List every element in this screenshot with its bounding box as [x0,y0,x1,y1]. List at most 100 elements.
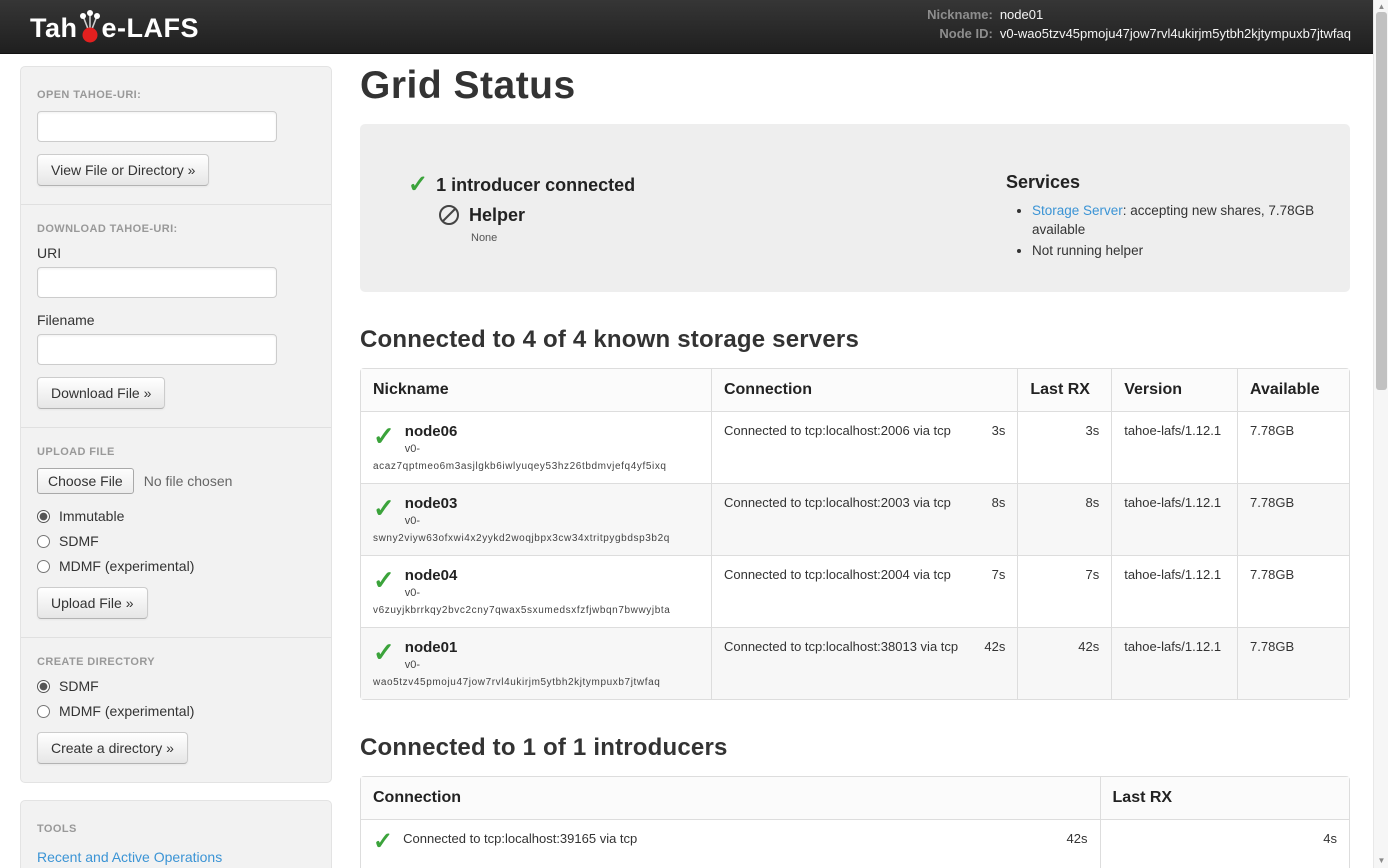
radio-label: Immutable [59,508,124,524]
server-connection: Connected to tcp:localhost:2004 via tcp [724,567,951,582]
upload-format-option-immutable[interactable]: Immutable [37,508,315,524]
page-title: Grid Status [360,64,1350,108]
connected-check-icon: ✓ [373,831,393,853]
connection-age: 8s [992,495,1006,510]
server-version: tahoe-lafs/1.12.1 [1111,483,1237,555]
service-item: Storage Server: accepting new shares, 7.… [1032,201,1322,239]
connection-age: 3s [992,423,1006,438]
download-uri-section: DOWNLOAD TAHOE-URI: URI Filename Downloa… [37,223,315,409]
server-id-hash: wao5tzv45pmoju47jow7rvl4ukirjm5ytbh2kjty… [373,677,699,688]
helper-title: Helper [469,205,525,226]
logo-text-pre: Tah [30,13,78,44]
col-version: Version [1111,369,1237,411]
services-section: Services Storage Server: accepting new s… [1006,148,1326,262]
section-divider [21,204,331,205]
tahoe-lafs-logo: Tah e-LAFS [30,10,199,44]
helper-value: None [471,232,635,244]
upload-format-option-mdmf[interactable]: MDMF (experimental) [37,558,315,574]
mkdir-format-option-mdmf[interactable]: MDMF (experimental) [37,703,315,719]
no-helper-icon [438,204,460,226]
col-connection: Connection [361,777,1100,819]
sidebar-forms-panel: OPEN TAHOE-URI: View File or Directory »… [20,66,332,783]
server-available: 7.78GB [1237,555,1349,627]
upload-file-button[interactable]: Upload File » [37,587,148,619]
server-version: tahoe-lafs/1.12.1 [1111,627,1237,699]
open-uri-input[interactable] [37,111,277,142]
introducer-last-rx: 4s [1100,819,1349,868]
tools-panel: TOOLS Recent and Active Operations [20,800,332,868]
open-uri-label: OPEN TAHOE-URI: [37,89,315,101]
download-filename-input[interactable] [37,334,277,365]
server-id-prefix: v0- [405,443,458,455]
col-available: Available [1237,369,1349,411]
server-row: ✓ node04 v0- v6zuyjkbrrkqy2bvc2cny7qwax5… [361,555,1349,627]
server-version: tahoe-lafs/1.12.1 [1111,555,1237,627]
col-last-rx: Last RX [1100,777,1349,819]
server-nickname: node03 [405,495,458,512]
node-identity: Nickname: node01 Node ID: v0-wao5tzv45pm… [927,7,1351,42]
section-divider [21,427,331,428]
vertical-scrollbar[interactable]: ▲ ▼ [1373,0,1388,868]
mdmf-radio[interactable] [37,560,50,573]
scrollbar-thumb[interactable] [1376,12,1387,390]
introducer-status-text: 1 introducer connected [436,175,635,196]
servers-heading: Connected to 4 of 4 known storage server… [360,326,1350,354]
col-nickname: Nickname [361,369,711,411]
connection-age: 7s [992,567,1006,582]
check-icon: ✓ [408,174,428,196]
scroll-down-icon[interactable]: ▼ [1374,854,1388,868]
upload-format-option-sdmf[interactable]: SDMF [37,533,315,549]
introducer-connection: Connected to tcp:localhost:39165 via tcp [403,831,637,846]
server-id-prefix: v0- [405,587,458,599]
tahoe-molecule-icon [79,10,101,44]
server-version: tahoe-lafs/1.12.1 [1111,411,1237,483]
mkdir-format-option-sdmf[interactable]: SDMF [37,678,315,694]
logo-text-post: e-LAFS [102,13,200,44]
nickname-value: node01 [1000,7,1351,23]
services-title: Services [1006,172,1322,193]
download-uri-input[interactable] [37,267,277,298]
server-available: 7.78GB [1237,483,1349,555]
connection-age: 42s [984,639,1005,654]
connected-check-icon: ✓ [373,495,395,527]
server-id-hash: swny2viyw63ofxwi4x2yykd2woqjbpx3cw34xtri… [373,533,699,544]
open-uri-section: OPEN TAHOE-URI: View File or Directory » [37,89,315,186]
mkdir-mdmf-radio[interactable] [37,705,50,718]
storage-servers-table: Nickname Connection Last RX Version Avai… [360,368,1350,700]
introducers-table: Connection Last RX ✓ Connected to tcp:lo… [360,776,1350,868]
connection-status: ✓ 1 introducer connected Helper None [384,148,635,262]
server-nickname: node06 [405,423,458,440]
col-connection: Connection [711,369,1017,411]
immutable-radio[interactable] [37,510,50,523]
radio-label: SDMF [59,533,99,549]
download-file-button[interactable]: Download File » [37,377,165,409]
status-well: ✓ 1 introducer connected Helper None Ser… [360,124,1350,292]
server-last-rx: 3s [1017,411,1111,483]
service-item: Not running helper [1032,241,1322,260]
upload-file-label: UPLOAD FILE [37,446,315,458]
filename-field-label: Filename [37,312,315,328]
recent-operations-link[interactable]: Recent and Active Operations [37,849,222,865]
choose-file-button[interactable]: Choose File [37,468,134,494]
connected-check-icon: ✓ [373,423,395,455]
server-id-prefix: v0- [405,515,458,527]
top-bar: Tah e-LAFS Nickname: node01 Node ID: v0-… [0,0,1373,54]
service-item-text: Not running helper [1032,243,1143,258]
download-uri-label: DOWNLOAD TAHOE-URI: [37,223,315,235]
server-last-rx: 8s [1017,483,1111,555]
mkdir-sdmf-radio[interactable] [37,680,50,693]
create-directory-button[interactable]: Create a directory » [37,732,188,764]
view-file-button[interactable]: View File or Directory » [37,154,209,186]
server-connection: Connected to tcp:localhost:2003 via tcp [724,495,951,510]
table-header-row: Connection Last RX [361,777,1349,819]
node-id-value: v0-wao5tzv45pmoju47jow7rvl4ukirjm5ytbh2k… [1000,26,1351,42]
connected-check-icon: ✓ [373,567,395,599]
radio-label: MDMF (experimental) [59,558,194,574]
storage-server-link[interactable]: Storage Server [1032,203,1123,218]
uri-field-label: URI [37,245,315,261]
server-row: ✓ node01 v0- wao5tzv45pmoju47jow7rvl4uki… [361,627,1349,699]
server-id-hash: v6zuyjkbrrkqy2bvc2cny7qwax5sxumedsxfzfjw… [373,605,699,616]
main-content: Grid Status ✓ 1 introducer connected Hel… [360,54,1350,868]
introducers-heading: Connected to 1 of 1 introducers [360,734,1350,762]
sdmf-radio[interactable] [37,535,50,548]
